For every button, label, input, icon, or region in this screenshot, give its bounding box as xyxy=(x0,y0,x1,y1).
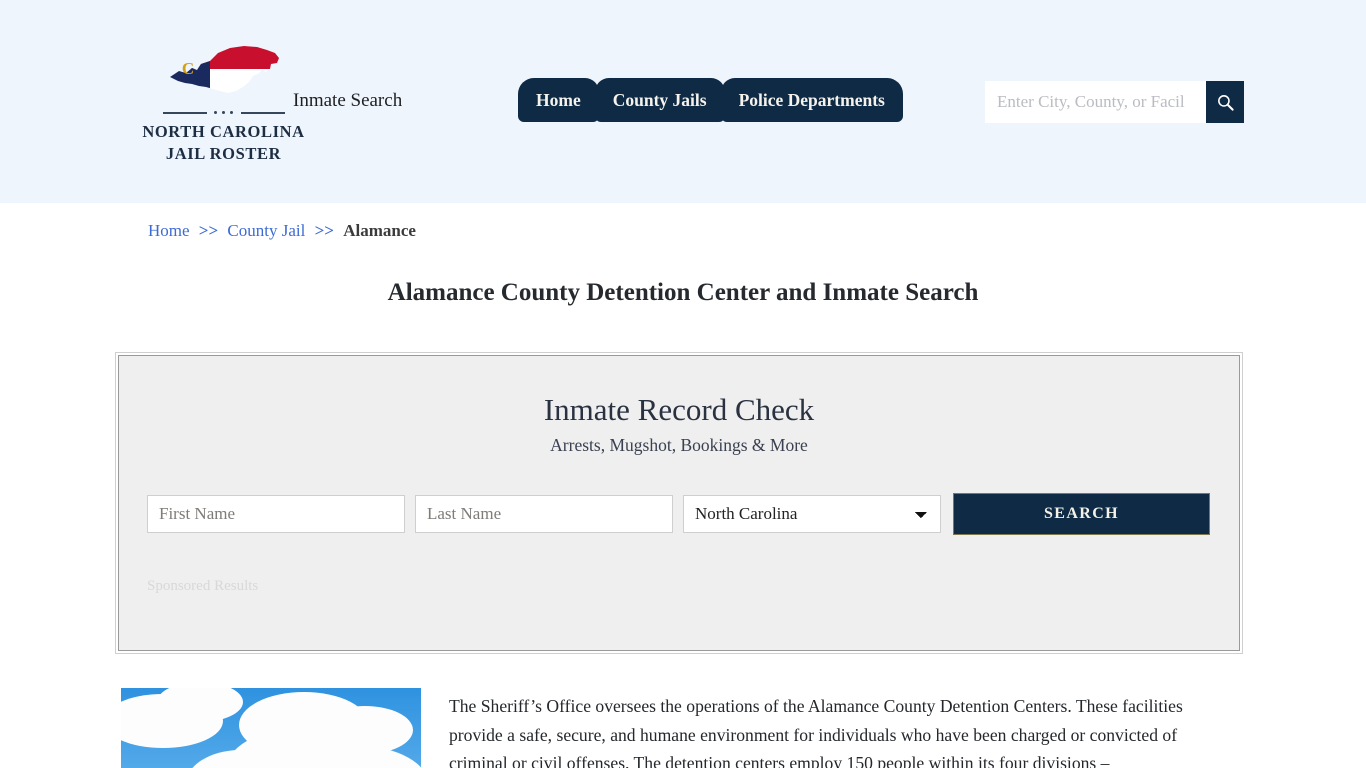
header-tagline: Inmate Search xyxy=(293,90,403,111)
header-inner: C NORTH CAROLINA JAIL ROSTER Inmate Sear… xyxy=(118,0,1248,203)
article-photo xyxy=(121,688,421,768)
site-header: C NORTH CAROLINA JAIL ROSTER Inmate Sear… xyxy=(0,0,1366,203)
breadcrumb-item-county-jail[interactable]: County Jail xyxy=(227,221,305,240)
header-search-button[interactable] xyxy=(1206,81,1244,123)
page-content: Home >> County Jail >> Alamance Alamance… xyxy=(115,203,1248,768)
header-search-input[interactable] xyxy=(985,81,1206,123)
search-submit-button[interactable]: SEARCH xyxy=(953,492,1210,535)
last-name-input[interactable] xyxy=(415,494,673,533)
svg-text:C: C xyxy=(181,59,193,78)
breadcrumb-separator: >> xyxy=(314,221,334,240)
site-logo[interactable]: C NORTH CAROLINA JAIL ROSTER xyxy=(136,40,311,166)
article-section: The Sheriff’s Office oversees the operat… xyxy=(118,688,1248,768)
sponsored-results-label: Sponsored Results xyxy=(147,578,259,594)
state-select[interactable]: North Carolina xyxy=(683,494,941,533)
logo-text-line1: NORTH CAROLINA xyxy=(142,122,305,141)
record-check-subheading: Arrests, Mugshot, Bookings & More xyxy=(550,434,808,455)
first-name-input[interactable] xyxy=(147,494,405,533)
nav-item-county-jails[interactable]: County Jails xyxy=(588,78,731,122)
record-check-heading: Inmate Record Check xyxy=(543,392,815,427)
page-title: Alamance County Detention Center and Inm… xyxy=(387,279,979,306)
logo-divider xyxy=(162,108,285,117)
logo-text-line2: JAIL ROSTER xyxy=(165,144,282,164)
nav-item-police-departments[interactable]: Police Departments xyxy=(714,78,910,122)
nav-item-home[interactable]: Home xyxy=(512,78,605,122)
breadcrumb-item-home[interactable]: Home xyxy=(148,221,190,240)
header-search xyxy=(985,81,1244,123)
article-paragraph: The Sheriff’s Office oversees the operat… xyxy=(449,696,1183,768)
main-navigation: Home County Jails Police Departments xyxy=(512,78,910,122)
inmate-record-check-panel: Inmate Record Check Arrests, Mugshot, Bo… xyxy=(115,352,1243,654)
north-carolina-map-icon: C xyxy=(169,46,279,93)
breadcrumb: Home >> County Jail >> Alamance xyxy=(118,203,1248,241)
breadcrumb-item-current: Alamance xyxy=(343,221,416,240)
inmate-search-form: North Carolina SEARCH xyxy=(119,492,1239,535)
search-icon xyxy=(1217,94,1234,111)
breadcrumb-separator: >> xyxy=(198,221,219,240)
